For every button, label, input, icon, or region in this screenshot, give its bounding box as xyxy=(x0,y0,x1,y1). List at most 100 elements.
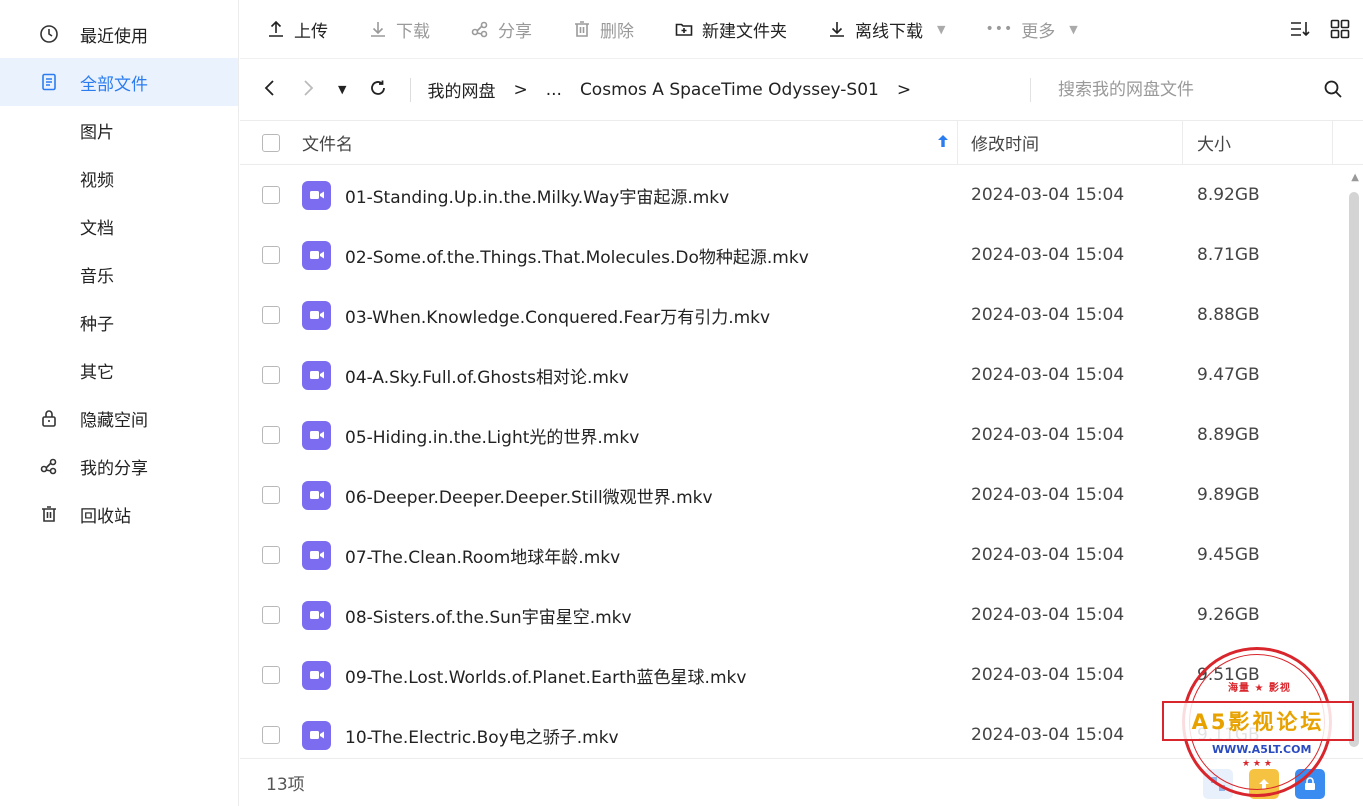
file-manager-window: 最近使用 全部文件 图片 视频 文档 音乐 种子 其它 隐藏空间 我的分享 回收… xyxy=(0,0,1363,806)
lock-icon[interactable] xyxy=(1295,769,1325,799)
breadcrumb-ellipsis[interactable]: ... xyxy=(546,80,562,100)
table-row[interactable]: 10-The.Electric.Boy电之骄子.mkv 2024-03-04 1… xyxy=(240,705,1363,756)
video-file-icon xyxy=(302,300,331,330)
forward-icon[interactable] xyxy=(300,79,316,101)
sidebar-item-label: 种子 xyxy=(80,314,114,335)
navigation-controls: ▼ xyxy=(262,78,388,102)
table-row[interactable]: 06-Deeper.Deeper.Deeper.Still微观世界.mkv 20… xyxy=(240,465,1363,525)
file-size: 9.51GB xyxy=(1197,665,1260,685)
upload-button[interactable]: 上传 xyxy=(266,17,328,42)
table-row[interactable]: 05-Hiding.in.the.Light光的世界.mkv 2024-03-0… xyxy=(240,405,1363,465)
sidebar-item-torrents[interactable]: 种子 xyxy=(0,298,238,346)
row-checkbox[interactable] xyxy=(262,486,280,504)
row-checkbox[interactable] xyxy=(262,546,280,564)
share-icon xyxy=(38,455,60,477)
upload-status-icon[interactable] xyxy=(1249,769,1279,799)
breadcrumb-separator: > xyxy=(513,79,528,100)
table-row[interactable]: 09-The.Lost.Worlds.of.Planet.Earth蓝色星球.m… xyxy=(240,645,1363,705)
file-name[interactable]: 10-The.Electric.Boy电之骄子.mkv xyxy=(345,723,619,748)
address-bar: ▼ 我的网盘 > ... Cosmos A SpaceTime Odyssey-… xyxy=(240,58,1363,120)
search-icon[interactable] xyxy=(1323,79,1343,103)
select-all-checkbox[interactable] xyxy=(262,133,280,152)
chevron-down-icon: ▼ xyxy=(1069,22,1078,36)
column-header-name[interactable]: 文件名 xyxy=(302,121,958,164)
download-icon xyxy=(371,22,385,37)
sidebar-item-images[interactable]: 图片 xyxy=(0,106,238,154)
file-size: 9.45GB xyxy=(1197,545,1260,565)
sidebar-item-music[interactable]: 音乐 xyxy=(0,250,238,298)
sort-ascending-icon xyxy=(937,133,949,153)
video-file-icon xyxy=(302,600,331,630)
file-name[interactable]: 04-A.Sky.Full.of.Ghosts相对论.mkv xyxy=(345,363,629,388)
chevron-down-icon: ▼ xyxy=(937,22,946,36)
file-name[interactable]: 06-Deeper.Deeper.Deeper.Still微观世界.mkv xyxy=(345,483,713,508)
trash-icon xyxy=(575,21,589,37)
video-file-icon xyxy=(302,480,331,510)
file-name[interactable]: 07-The.Clean.Room地球年龄.mkv xyxy=(345,543,620,568)
sidebar-item-recent[interactable]: 最近使用 xyxy=(0,10,238,58)
back-icon[interactable] xyxy=(262,79,278,101)
modified-time: 2024-03-04 15:04 xyxy=(971,185,1125,205)
table-row[interactable]: 01-Standing.Up.in.the.Milky.Way宇宙起源.mkv … xyxy=(240,165,1363,225)
divider xyxy=(410,77,412,102)
file-size: 9.47GB xyxy=(1197,365,1260,385)
breadcrumb-root[interactable]: 我的网盘 xyxy=(427,77,495,102)
delete-button[interactable]: 删除 xyxy=(572,17,634,42)
footer-actions xyxy=(1203,769,1325,799)
row-checkbox[interactable] xyxy=(262,246,280,264)
share-button[interactable]: 分享 xyxy=(470,17,532,42)
offline-download-button[interactable]: 离线下载 ▼ xyxy=(827,17,945,42)
file-size: 9.11GB xyxy=(1197,725,1260,745)
column-header-size[interactable]: 大小 xyxy=(1183,121,1333,164)
refresh-icon[interactable] xyxy=(368,78,388,102)
sidebar-item-label: 我的分享 xyxy=(80,458,148,479)
transfer-icon[interactable] xyxy=(1203,769,1233,799)
table-row[interactable]: 07-The.Clean.Room地球年龄.mkv 2024-03-04 15:… xyxy=(240,525,1363,585)
sidebar-item-other[interactable]: 其它 xyxy=(0,346,238,394)
table-row[interactable]: 08-Sisters.of.the.Sun宇宙星空.mkv 2024-03-04… xyxy=(240,585,1363,645)
file-name[interactable]: 05-Hiding.in.the.Light光的世界.mkv xyxy=(345,423,639,448)
status-bar: 13项 xyxy=(240,758,1363,806)
sidebar: 最近使用 全部文件 图片 视频 文档 音乐 种子 其它 隐藏空间 我的分享 回收… xyxy=(0,0,239,806)
column-header-modified-time[interactable]: 修改时间 xyxy=(958,121,1183,164)
file-size: 8.71GB xyxy=(1197,245,1260,265)
sidebar-item-label: 视频 xyxy=(80,170,114,191)
history-dropdown-icon[interactable]: ▼ xyxy=(338,83,346,96)
table-row[interactable]: 02-Some.of.the.Things.That.Molecules.Do物… xyxy=(240,225,1363,285)
new-folder-button[interactable]: 新建文件夹 xyxy=(674,17,787,42)
sidebar-item-recycle-bin[interactable]: 回收站 xyxy=(0,490,238,538)
scrollbar-thumb[interactable] xyxy=(1349,192,1359,747)
file-name[interactable]: 01-Standing.Up.in.the.Milky.Way宇宙起源.mkv xyxy=(345,183,729,208)
search-input[interactable] xyxy=(1058,75,1308,105)
scroll-up-arrow[interactable]: ▲ xyxy=(1351,172,1359,183)
file-name[interactable]: 09-The.Lost.Worlds.of.Planet.Earth蓝色星球.m… xyxy=(345,663,746,688)
sidebar-item-hidden-space[interactable]: 隐藏空间 xyxy=(0,394,238,442)
row-checkbox[interactable] xyxy=(262,306,280,324)
table-row[interactable]: 04-A.Sky.Full.of.Ghosts相对论.mkv 2024-03-0… xyxy=(240,345,1363,405)
row-checkbox[interactable] xyxy=(262,666,280,684)
file-name[interactable]: 02-Some.of.the.Things.That.Molecules.Do物… xyxy=(345,243,809,268)
modified-time: 2024-03-04 15:04 xyxy=(971,365,1125,385)
row-checkbox[interactable] xyxy=(262,366,280,384)
row-checkbox[interactable] xyxy=(262,186,280,204)
more-button[interactable]: ••• 更多 ▼ xyxy=(985,17,1077,42)
trash-icon xyxy=(38,503,60,525)
row-checkbox[interactable] xyxy=(262,426,280,444)
table-row[interactable]: 03-When.Knowledge.Conquered.Fear万有引力.mkv… xyxy=(240,285,1363,345)
download-button[interactable]: 下载 xyxy=(368,17,430,42)
sidebar-item-all-files[interactable]: 全部文件 xyxy=(0,58,238,106)
share-icon xyxy=(471,21,488,38)
row-checkbox[interactable] xyxy=(262,726,280,744)
sidebar-item-my-shares[interactable]: 我的分享 xyxy=(0,442,238,490)
sidebar-item-videos[interactable]: 视频 xyxy=(0,154,238,202)
sidebar-item-documents[interactable]: 文档 xyxy=(0,202,238,250)
grid-view-icon[interactable] xyxy=(1329,18,1351,44)
sort-list-icon[interactable] xyxy=(1289,18,1311,44)
file-list: 01-Standing.Up.in.the.Milky.Way宇宙起源.mkv … xyxy=(240,165,1363,756)
row-checkbox[interactable] xyxy=(262,606,280,624)
sidebar-item-label: 隐藏空间 xyxy=(80,410,148,431)
document-icon xyxy=(38,71,60,93)
file-name[interactable]: 08-Sisters.of.the.Sun宇宙星空.mkv xyxy=(345,603,632,628)
file-name[interactable]: 03-When.Knowledge.Conquered.Fear万有引力.mkv xyxy=(345,303,770,328)
breadcrumb-current[interactable]: Cosmos A SpaceTime Odyssey-S01 xyxy=(580,80,879,100)
